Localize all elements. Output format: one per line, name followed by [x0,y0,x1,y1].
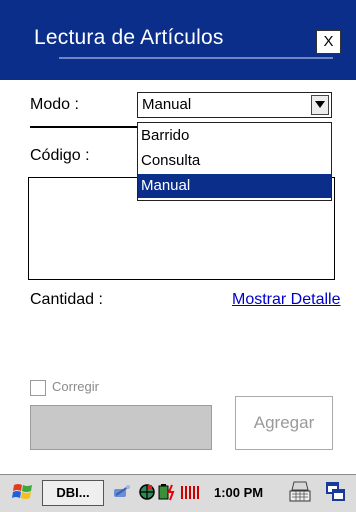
battery-icon[interactable] [158,483,178,506]
network-icon[interactable] [112,483,132,506]
cantidad-label: Cantidad : [30,291,103,308]
taskbar-app-button[interactable]: DBI... [42,480,104,506]
task-switch-icon[interactable] [326,482,346,507]
modo-option-barrido[interactable]: Barrido [138,124,331,148]
corregir-checkbox[interactable] [30,380,46,396]
modo-option-consulta[interactable]: Consulta [138,149,331,173]
globe-icon[interactable] [138,483,156,506]
modo-label: Modo : [30,96,79,113]
signal-icon[interactable] [180,483,200,506]
close-button[interactable]: X [316,30,341,54]
agregar-button[interactable]: Agregar [235,396,333,450]
windows-start-icon[interactable] [12,481,36,508]
modo-option-manual[interactable]: Manual [138,174,331,198]
modo-dropdown-list: Barrido Consulta Manual [137,122,332,201]
taskbar-clock[interactable]: 1:00 PM [214,485,263,500]
title-underline [59,57,333,59]
corregir-label: Corregir [52,379,99,394]
mostrar-detalle-link[interactable]: Mostrar Detalle [232,291,340,309]
modo-divider [30,126,138,128]
keyboard-icon[interactable] [288,480,312,509]
quantity-field[interactable] [30,405,212,450]
modo-selected-value: Manual [142,96,192,113]
codigo-label: Código : [30,147,90,164]
page-title: Lectura de Artículos [34,26,224,49]
modo-select[interactable]: Manual [137,92,332,118]
chevron-down-icon[interactable] [311,95,329,115]
